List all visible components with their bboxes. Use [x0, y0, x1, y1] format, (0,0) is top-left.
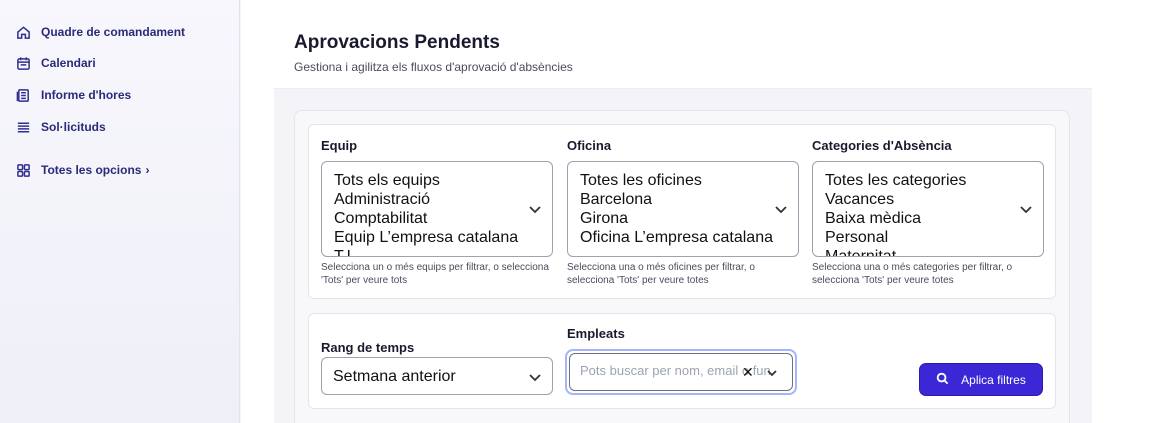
team-multiselect[interactable]: Tots els equips Administració Comptabili… [321, 161, 553, 257]
employees-search-wrapper: ✕ [565, 349, 797, 395]
list-icon [16, 120, 31, 135]
grid-icon [16, 163, 31, 178]
sidebar-item-calendar[interactable]: Calendari [16, 53, 96, 73]
office-multiselect[interactable]: Totes les oficines Barcelona Girona Ofic… [567, 161, 799, 257]
sidebar: Quadre de comandament Calendari Informe … [0, 0, 240, 423]
sidebar-item-label: Totes les opcions [41, 163, 142, 177]
office-option[interactable]: Oficina L’empresa catalana [580, 228, 798, 247]
team-helper-text: Selecciona un o més equips per filtrar, … [321, 262, 549, 286]
sidebar-item-all-options[interactable]: Totes les opcions › [16, 160, 149, 180]
search-icon [936, 372, 949, 388]
team-option[interactable]: Administració [334, 190, 552, 209]
chevron-down-icon [528, 202, 542, 216]
time-range-value: Setmana anterior [333, 368, 456, 385]
chevron-down-icon [774, 202, 788, 216]
chevron-down-icon[interactable] [766, 366, 778, 378]
home-icon [16, 25, 31, 40]
chevron-right-icon: › [145, 163, 150, 177]
time-range-select[interactable]: Setmana anterior [321, 357, 553, 395]
team-label: Equip [321, 138, 358, 153]
sidebar-item-dashboard[interactable]: Quadre de comandament [16, 22, 185, 42]
sidebar-item-label: Informe d'hores [41, 88, 132, 102]
team-option[interactable]: T.I. [334, 247, 552, 256]
sidebar-item-label: Calendari [41, 56, 96, 70]
category-option[interactable]: Personal [825, 228, 1043, 247]
filters-card-groups: Equip Tots els equips Administració Comp… [308, 124, 1056, 299]
apply-filters-label: Aplica filtres [961, 372, 1026, 387]
main-content: Aprovacions Pendents Gestiona i agilitza… [241, 0, 1152, 423]
team-option[interactable]: Equip L’empresa catalana [334, 228, 552, 247]
category-option[interactable]: Totes les categories [825, 171, 1043, 190]
office-option[interactable]: Totes les oficines [580, 171, 798, 190]
category-option[interactable]: Vacances [825, 190, 1043, 209]
category-option[interactable]: Maternitat [825, 247, 1043, 256]
sidebar-item-requests[interactable]: Sol·licituds [16, 117, 106, 137]
filters-card-time: Rang de temps Setmana anterior Empleats … [308, 313, 1056, 409]
calendar-icon [16, 56, 31, 71]
team-option[interactable]: Comptabilitat [334, 209, 552, 228]
employees-search-input[interactable] [580, 363, 790, 378]
close-icon[interactable]: ✕ [742, 364, 754, 381]
chevron-down-icon [1019, 202, 1033, 216]
office-option[interactable]: Girona [580, 209, 798, 228]
page-subtitle: Gestiona i agilitza els fluxos d'aprovac… [294, 60, 573, 74]
office-label: Oficina [567, 138, 612, 153]
office-helper-text: Selecciona una o més oficines per filtra… [567, 262, 755, 286]
employees-search: ✕ [569, 353, 793, 391]
category-multiselect[interactable]: Totes les categories Vacances Baixa mèdi… [812, 161, 1044, 257]
filters-section: Equip Tots els equips Administració Comp… [274, 89, 1092, 423]
chevron-down-icon [528, 370, 542, 389]
apply-filters-button[interactable]: Aplica filtres [919, 363, 1043, 396]
page-title: Aprovacions Pendents [294, 32, 500, 53]
office-option[interactable]: Barcelona [580, 190, 798, 209]
team-option[interactable]: Tots els equips [334, 171, 552, 190]
sidebar-item-hours-report[interactable]: Informe d'hores [16, 85, 131, 105]
filters-panel: Equip Tots els equips Administració Comp… [294, 110, 1070, 423]
sidebar-item-label: Sol·licituds [41, 120, 106, 134]
time-range-label: Rang de temps [321, 340, 415, 355]
category-option[interactable]: Baixa mèdica [825, 209, 1043, 228]
report-icon [16, 88, 31, 103]
category-label: Categories d'Absència [812, 138, 952, 153]
category-helper-text: Selecciona una o més categories per filt… [812, 262, 1013, 286]
sidebar-item-label: Quadre de comandament [41, 25, 186, 39]
employees-label: Empleats [567, 326, 625, 341]
